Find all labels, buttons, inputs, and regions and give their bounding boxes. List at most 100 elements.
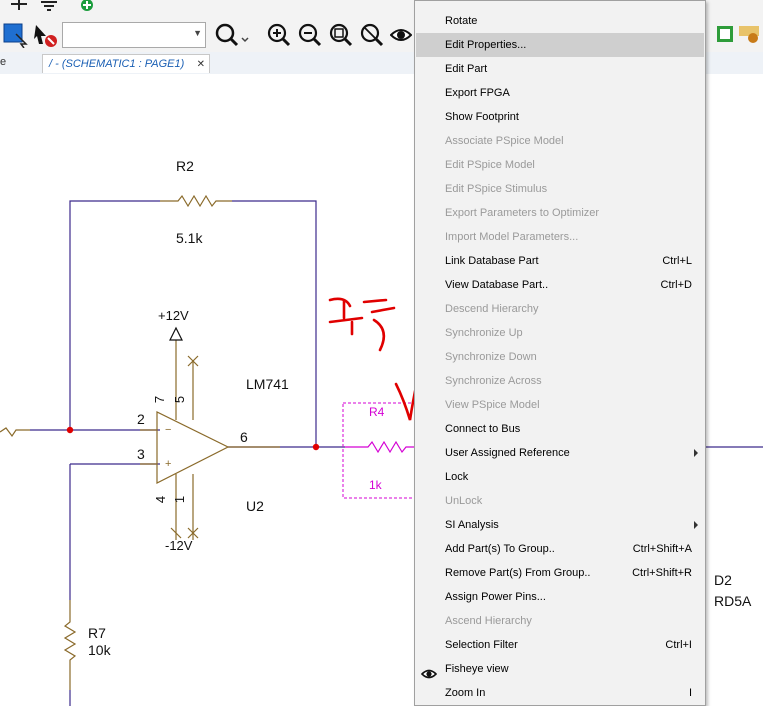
menu-item-label: Export FPGA — [445, 87, 510, 99]
menu-item-label: Lock — [445, 471, 469, 483]
menu-item-label: Remove Part(s) From Group.. — [445, 567, 591, 579]
zoom-fit-icon[interactable] — [359, 22, 385, 48]
u2-ref-label[interactable]: U2 — [246, 498, 264, 514]
menu-item-associate-pspice-model[interactable]: Associate PSpice Model — [416, 129, 704, 153]
r7-value-label[interactable]: 10k — [88, 642, 111, 658]
menu-item-label: Synchronize Across — [445, 375, 542, 387]
menu-item-unlock[interactable]: UnLock — [416, 489, 704, 513]
u2-part-label[interactable]: LM741 — [246, 376, 289, 392]
zoom-area-icon[interactable] — [328, 22, 354, 48]
resistor-r4 — [345, 440, 415, 454]
menu-item-label: SI Analysis — [445, 519, 499, 531]
wire-feedback — [69, 200, 160, 430]
menu-item-label: Fisheye view — [445, 663, 509, 675]
junction-1 — [66, 426, 74, 434]
r4-value-label[interactable]: 1k — [369, 478, 382, 492]
menu-item-view-pspice-model[interactable]: View PSpice Model — [416, 393, 704, 417]
menu-item-user-assigned-reference[interactable]: User Assigned Reference — [416, 441, 704, 465]
menu-item-synchronize-up[interactable]: Synchronize Up — [416, 321, 704, 345]
pin4-label: 4 — [153, 495, 169, 504]
menu-item-connect-to-bus[interactable]: Connect to Bus — [416, 417, 704, 441]
r7-ref-label[interactable]: R7 — [88, 625, 106, 641]
vminus-label[interactable]: -12V — [165, 538, 192, 553]
search-icon[interactable] — [212, 22, 252, 48]
menu-item-label: UnLock — [445, 495, 483, 507]
menu-item-label: Add Part(s) To Group.. — [445, 543, 555, 555]
menu-item-view-database-part[interactable]: View Database Part.. Ctrl+D — [416, 273, 704, 297]
d2-value-label[interactable]: RD5A — [714, 593, 751, 609]
menu-item-rotate[interactable]: Rotate — [416, 9, 704, 33]
resistor-r2 — [160, 194, 232, 208]
pin5-label: 5 — [172, 395, 188, 404]
menu-item-label: Connect to Bus — [445, 423, 521, 435]
menu-item-label: Synchronize Down — [445, 351, 537, 363]
eye-icon[interactable] — [390, 26, 412, 44]
d2-ref-label[interactable]: D2 — [714, 572, 732, 588]
menu-item-edit-part[interactable]: Edit Part — [416, 57, 704, 81]
menu-item-link-database-part[interactable]: Link Database Part Ctrl+L — [416, 249, 704, 273]
menu-item-lock[interactable]: Lock — [416, 465, 704, 489]
pin1-label: 1 — [172, 495, 188, 504]
place-part-icon[interactable] — [32, 22, 58, 48]
menu-item-shortcut: Ctrl+L — [662, 255, 692, 267]
menu-item-label: Associate PSpice Model — [445, 135, 564, 147]
tab-left-fragment[interactable]: e — [0, 56, 6, 68]
menu-item-label: View PSpice Model — [445, 399, 540, 411]
toolbar-icon-right-2[interactable] — [738, 24, 760, 44]
tab-label: / - (SCHEMATIC1 : PAGE1) — [49, 58, 185, 70]
zoom-out-icon[interactable] — [297, 22, 323, 48]
place-wire-icon[interactable] — [8, 0, 30, 12]
menu-item-descend-hierarchy[interactable]: Descend Hierarchy — [416, 297, 704, 321]
menu-item-label: Export Parameters to Optimizer — [445, 207, 600, 219]
menu-item-import-model-parameters[interactable]: Import Model Parameters... — [416, 225, 704, 249]
menu-item-label: Link Database Part — [445, 255, 539, 267]
close-icon[interactable]: ✕ — [197, 55, 205, 74]
select-icon[interactable] — [2, 22, 28, 48]
context-menu: Rotate Edit Properties... Edit Part Export … — [414, 0, 706, 706]
menu-item-label: Descend Hierarchy — [445, 303, 539, 315]
r2-ref-label[interactable]: R2 — [176, 158, 194, 174]
menu-item-edit-properties[interactable]: Edit Properties... — [416, 33, 704, 57]
menu-item-edit-pspice-model[interactable]: Edit PSpice Model — [416, 153, 704, 177]
menu-item-label: View Database Part.. — [445, 279, 549, 291]
toolbar-icon-right-1[interactable] — [716, 24, 734, 44]
chevron-down-icon[interactable]: ▼ — [193, 28, 202, 38]
tab-schematic-page1[interactable]: / - (SCHEMATIC1 : PAGE1) ✕ — [42, 54, 210, 73]
menu-item-assign-power-pins[interactable]: Assign Power Pins... — [416, 585, 704, 609]
menu-item-show-footprint[interactable]: Show Footprint — [416, 105, 704, 129]
menu-item-zoom-in[interactable]: Zoom In I — [416, 681, 704, 705]
r4-ref-label[interactable]: R4 — [369, 405, 384, 419]
menu-item-label: User Assigned Reference — [445, 447, 570, 459]
menu-item-si-analysis[interactable]: SI Analysis — [416, 513, 704, 537]
pin2-label: 2 — [137, 411, 145, 427]
menu-item-synchronize-across[interactable]: Synchronize Across — [416, 369, 704, 393]
zoom-in-icon[interactable] — [266, 22, 292, 48]
menu-item-label: Rotate — [445, 15, 478, 27]
ground-icon[interactable] — [38, 0, 60, 12]
menu-item-export-fpga[interactable]: Export FPGA — [416, 81, 704, 105]
menu-item-label: Show Footprint — [445, 111, 519, 123]
junction-2 — [312, 443, 320, 451]
menu-item-shortcut: Ctrl+D — [660, 279, 692, 291]
r2-value-label[interactable]: 5.1k — [176, 230, 202, 246]
vplus-label[interactable]: +12V — [158, 308, 189, 323]
menu-item-label: Edit PSpice Stimulus — [445, 183, 548, 195]
menu-item-export-parameters-to-optimizer[interactable]: Export Parameters to Optimizer — [416, 201, 704, 225]
menu-item-ascend-hierarchy[interactable]: Ascend Hierarchy — [416, 609, 704, 633]
pin7-label: 7 — [152, 395, 168, 404]
menu-item-label: Assign Power Pins... — [445, 591, 546, 603]
resistor-r7 — [63, 600, 77, 690]
menu-item-edit-pspice-stimulus[interactable]: Edit PSpice Stimulus — [416, 177, 704, 201]
chevron-right-icon — [694, 521, 698, 529]
menu-item-label: Zoom In — [445, 687, 486, 699]
menu-item-remove-part-s-from-group[interactable]: Remove Part(s) From Group.. Ctrl+Shift+R — [416, 561, 704, 585]
menu-item-add-part-s-to-group[interactable]: Add Part(s) To Group.. Ctrl+Shift+A — [416, 537, 704, 561]
menu-item-selection-filter[interactable]: Selection Filter Ctrl+I — [416, 633, 704, 657]
combo-box[interactable]: ▼ — [62, 22, 206, 48]
menu-item-fisheye-view[interactable]: Fisheye view — [416, 657, 704, 681]
menu-item-synchronize-down[interactable]: Synchronize Down — [416, 345, 704, 369]
resistor-input-stub — [0, 427, 30, 438]
menu-item-shortcut: Ctrl+Shift+A — [632, 543, 692, 555]
wire-feedback-right — [232, 200, 317, 447]
add-icon[interactable] — [80, 0, 94, 12]
